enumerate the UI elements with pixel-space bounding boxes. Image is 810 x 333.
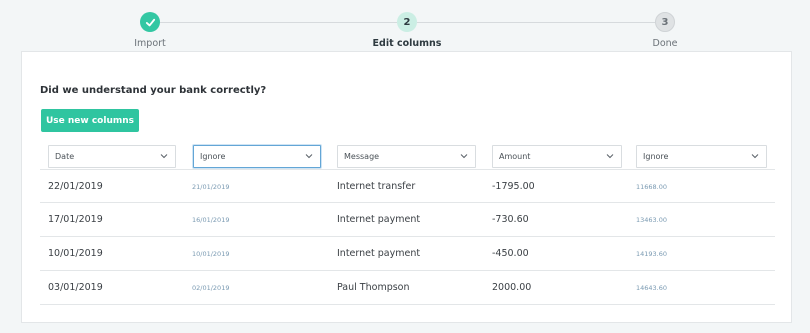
- cell-ignored: 16/01/2019: [192, 215, 230, 224]
- chevron-down-icon: [160, 154, 168, 159]
- column-select-2[interactable]: Ignore: [193, 145, 321, 168]
- cell-ignored: 14193.60: [636, 249, 668, 258]
- transactions-table: 22/01/2019 21/01/2019 Internet transfer …: [40, 169, 775, 305]
- select-value: Amount: [499, 152, 531, 161]
- step-label: Edit columns: [372, 38, 442, 49]
- chevron-down-icon: [305, 154, 313, 159]
- column-select-3[interactable]: Message: [337, 145, 476, 168]
- table-row: 03/01/2019 02/01/2019 Paul Thompson 2000…: [40, 271, 775, 305]
- checkmark-icon: [140, 12, 160, 32]
- cell-amount: -1795.00: [492, 181, 535, 192]
- cell-amount: 2000.00: [492, 282, 532, 293]
- cell-message: Internet transfer: [337, 181, 416, 192]
- cell-ignored: 02/01/2019: [192, 283, 230, 292]
- cell-message: Internet payment: [337, 248, 421, 259]
- table-row: 10/01/2019 10/01/2019 Internet payment -…: [40, 237, 775, 271]
- cell-amount: -730.60: [492, 214, 529, 225]
- table-row: 17/01/2019 16/01/2019 Internet payment -…: [40, 203, 775, 237]
- column-select-1[interactable]: Date: [48, 145, 176, 168]
- use-new-columns-button[interactable]: Use new columns: [41, 109, 139, 132]
- chevron-down-icon: [751, 154, 759, 159]
- cell-date: 03/01/2019: [48, 282, 103, 293]
- column-select-4[interactable]: Amount: [492, 145, 622, 168]
- step-label: Import: [134, 38, 166, 49]
- cell-message: Internet payment: [337, 214, 421, 225]
- question-heading: Did we understand your bank correctly?: [40, 85, 267, 96]
- cell-ignored: 13463.00: [636, 215, 668, 224]
- cell-ignored: 10/01/2019: [192, 249, 230, 258]
- step-done: 3 Done: [605, 12, 725, 49]
- cell-date: 10/01/2019: [48, 248, 103, 259]
- select-value: Date: [55, 152, 75, 161]
- step-import[interactable]: Import: [90, 12, 210, 49]
- column-select-5[interactable]: Ignore: [636, 145, 767, 168]
- cell-ignored: 14643.60: [636, 283, 668, 292]
- cell-ignored: 21/01/2019: [192, 182, 230, 191]
- step-number: 3: [655, 12, 675, 32]
- column-mapping-card: Did we understand your bank correctly? U…: [21, 51, 792, 323]
- select-value: Message: [344, 152, 380, 161]
- step-number: 2: [397, 12, 417, 32]
- chevron-down-icon: [606, 154, 614, 159]
- cell-amount: -450.00: [492, 248, 529, 259]
- cell-message: Paul Thompson: [337, 282, 410, 293]
- select-value: Ignore: [643, 152, 669, 161]
- cell-date: 22/01/2019: [48, 181, 103, 192]
- chevron-down-icon: [460, 154, 468, 159]
- cell-ignored: 11668.00: [636, 182, 668, 191]
- table-row: 22/01/2019 21/01/2019 Internet transfer …: [40, 169, 775, 203]
- step-label: Done: [652, 38, 678, 49]
- stepper: Import 2 Edit columns 3 Done: [0, 0, 810, 52]
- step-edit-columns: 2 Edit columns: [347, 12, 467, 49]
- select-value: Ignore: [200, 152, 226, 161]
- cell-date: 17/01/2019: [48, 214, 103, 225]
